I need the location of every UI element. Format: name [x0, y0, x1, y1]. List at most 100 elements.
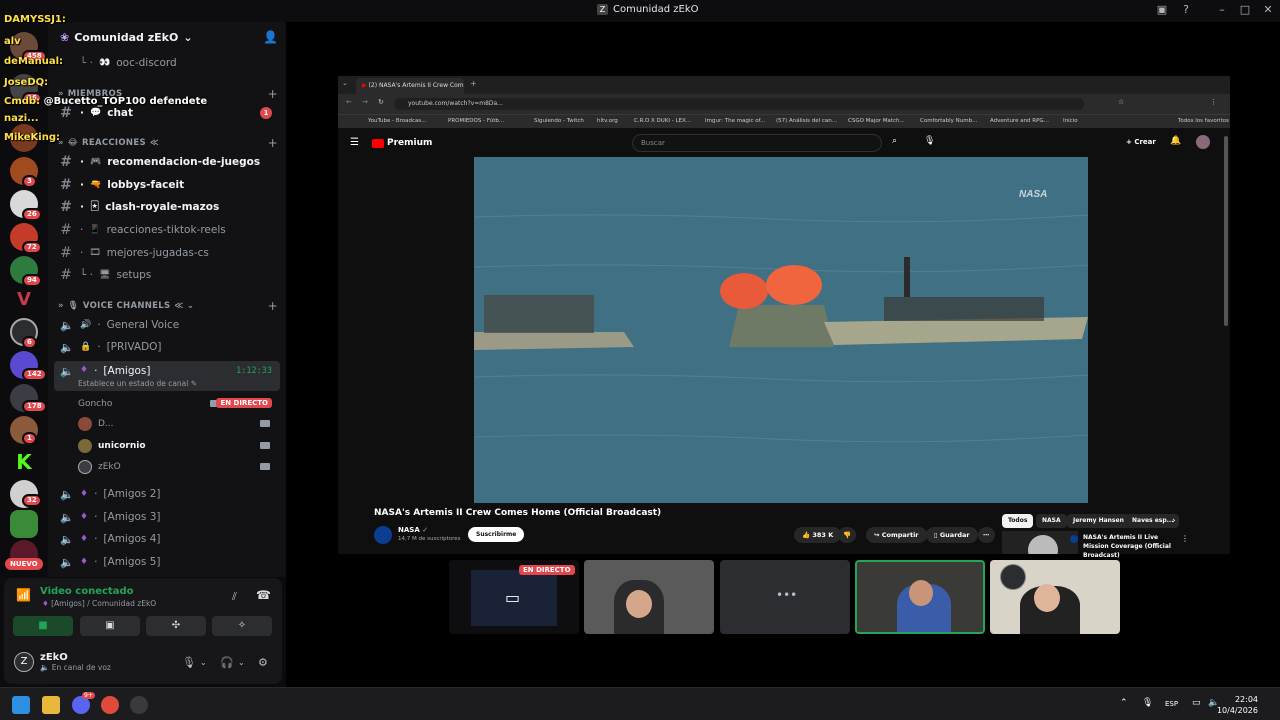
- channel-clash-royale-mazos[interactable]: # · 🃏 clash-royale-mazos: [54, 196, 280, 218]
- headphones-icon[interactable]: 🎧: [220, 656, 234, 669]
- microphone-icon[interactable]: 🎙: [1142, 698, 1153, 708]
- recommended-thumbnail[interactable]: [1002, 531, 1078, 554]
- new-tab-icon[interactable]: +: [470, 79, 477, 88]
- add-channel-icon[interactable]: +: [268, 87, 278, 101]
- bookmark[interactable]: Imgur: The magic of...: [705, 118, 765, 124]
- filter-chip[interactable]: Jeremy Hansen: [1067, 514, 1130, 528]
- share-button[interactable]: ↪ Compartir: [866, 527, 927, 543]
- noise-suppression-icon[interactable]: ⫽: [232, 590, 237, 604]
- channel-avatar[interactable]: [374, 526, 392, 544]
- category-reacciones[interactable]: » 😂 REACCIONES ≪ +: [58, 136, 280, 150]
- participant-tile-hidden[interactable]: •••: [720, 560, 850, 634]
- back-icon[interactable]: ←: [346, 98, 352, 106]
- user-panel[interactable]: Z zEkO 🔈 En canal de voz: [14, 652, 111, 672]
- channel-status[interactable]: Establece un estado de canal ✎: [78, 379, 197, 388]
- filter-chip[interactable]: Todos: [1002, 514, 1034, 528]
- shared-screen-browser[interactable]: ⌄ ▶ (2) NASA's Artemis II Crew Com × + ←…: [338, 76, 1230, 559]
- server-icon[interactable]: [10, 510, 38, 538]
- browser-tab[interactable]: ▶ (2) NASA's Artemis II Crew Com ×: [356, 78, 464, 94]
- hamburger-icon[interactable]: ☰: [350, 137, 359, 148]
- channel-reacciones-tiktok-reels[interactable]: # · 📱 reacciones-tiktok-reels: [54, 219, 280, 241]
- forward-icon[interactable]: →: [362, 98, 368, 106]
- voice-channel-privado[interactable]: 🔈 🔒 · [PRIVADO]: [54, 336, 280, 358]
- voice-channel-amigos-2[interactable]: 🔈 ♦ · [Amigos 2]: [54, 483, 280, 505]
- bookmark[interactable]: (57) Análisis del can...: [776, 118, 837, 124]
- server-icon[interactable]: V: [10, 286, 38, 314]
- create-button[interactable]: + Crear: [1126, 138, 1156, 146]
- close-button[interactable]: ✕: [1260, 3, 1276, 16]
- voice-location[interactable]: ♦ [Amigos] / Comunidad zEkO: [42, 599, 156, 608]
- microphone-icon[interactable]: 🎙: [924, 136, 935, 146]
- invite-people-icon[interactable]: 👤: [263, 30, 278, 44]
- activities-button[interactable]: ✣: [146, 616, 206, 636]
- bookmark[interactable]: hltv.org: [597, 118, 618, 124]
- dislike-button[interactable]: 👎: [838, 527, 857, 543]
- url-field[interactable]: youtube.com/watch?v=m8Da...: [394, 98, 1084, 110]
- participant-tile-stream[interactable]: EN DIRECTO ▭: [449, 560, 579, 634]
- voice-channel-amigos-3[interactable]: 🔈 ♦ · [Amigos 3]: [54, 506, 280, 528]
- bookmark[interactable]: Comfortably Numb...: [920, 118, 977, 124]
- server-header[interactable]: ❀ Comunidad zEkO ⌄ 👤: [48, 22, 286, 52]
- bell-icon[interactable]: 🔔: [1170, 136, 1181, 146]
- voice-member[interactable]: Goncho EN DIRECTO: [78, 394, 280, 414]
- chevron-down-icon[interactable]: ⌄: [200, 658, 207, 667]
- help-icon[interactable]: ?: [1178, 3, 1194, 16]
- minimize-button[interactable]: –: [1214, 3, 1230, 16]
- youtube-search-input[interactable]: Buscar: [632, 134, 882, 152]
- bookmark[interactable]: Siguiendo - Twitch: [534, 118, 584, 124]
- start-icon[interactable]: [12, 696, 30, 714]
- voice-channel-amigos[interactable]: 🔈 ♦ · [Amigos] 1:12:33 Establece un esta…: [54, 361, 280, 391]
- like-button[interactable]: 👍 383 K: [794, 527, 842, 543]
- scrollbar[interactable]: [1224, 136, 1228, 326]
- category-voice-channels[interactable]: » 🎙 VOICE CHANNELS ≪ ⌄ +: [58, 299, 280, 313]
- channel-ooc-discord[interactable]: └ · 👀 ooc-discord: [54, 52, 280, 74]
- more-button[interactable]: ⋯: [978, 527, 995, 543]
- inbox-icon[interactable]: ▣: [1154, 3, 1170, 16]
- clock[interactable]: 22:04 10/4/2026: [1217, 694, 1258, 716]
- recommended-title[interactable]: NASA's Artemis II Live Mission Coverage …: [1083, 533, 1175, 560]
- voice-channel-amigos-4[interactable]: 🔈 ♦ · [Amigos 4]: [54, 528, 280, 550]
- voice-channel-amigos-5[interactable]: 🔈 ♦ · [Amigos 5]: [54, 551, 280, 573]
- add-channel-icon[interactable]: +: [268, 136, 278, 150]
- search-icon[interactable]: ⌕: [892, 136, 897, 146]
- chrome-icon[interactable]: [101, 696, 119, 714]
- bookmark[interactable]: C.R.O X DUKI - LEX...: [634, 118, 691, 124]
- channel-lobbys-faceit[interactable]: # · 🔫 lobbys-faceit: [54, 174, 280, 196]
- menu-icon[interactable]: ⋮: [1210, 98, 1217, 106]
- camera-button[interactable]: ■: [13, 616, 73, 636]
- voice-member[interactable]: D...: [78, 414, 280, 434]
- voice-channel-general[interactable]: 🔈 🔊 · General Voice: [54, 314, 280, 336]
- new-badge[interactable]: NUEVO: [5, 558, 43, 570]
- channel-mejores-jugadas-cs[interactable]: # · 🎞 mejores-jugadas-cs: [54, 242, 280, 264]
- language-indicator[interactable]: ESP: [1165, 700, 1178, 708]
- bookmark[interactable]: Todos los favoritos: [1178, 118, 1229, 124]
- channel-setups[interactable]: # └ · 🖥 setups: [54, 264, 280, 286]
- disconnect-icon[interactable]: ☎: [256, 588, 271, 602]
- bookmark[interactable]: PROMIEDOS - Fútb...: [448, 118, 504, 124]
- participant-tile-camera-speaking[interactable]: [855, 560, 985, 634]
- bookmark[interactable]: YouTube - Broadcas...: [368, 118, 427, 124]
- chevron-right-icon[interactable]: ›: [1172, 516, 1176, 526]
- subscribe-button[interactable]: Suscribirme: [468, 527, 525, 542]
- bookmark[interactable]: Inicio: [1063, 118, 1078, 124]
- star-icon[interactable]: ☆: [1118, 98, 1124, 106]
- microphone-icon[interactable]: 🎙: [182, 656, 196, 669]
- screen-share-button[interactable]: ▣: [80, 616, 140, 636]
- avatar[interactable]: [1196, 135, 1210, 149]
- more-options-icon[interactable]: ⋮: [1181, 534, 1189, 543]
- youtube-logo[interactable]: Premium: [372, 138, 432, 148]
- gear-icon[interactable]: ⚙: [258, 656, 268, 669]
- tab-menu-icon[interactable]: ⌄: [342, 79, 348, 87]
- save-button[interactable]: ▯ Guardar: [926, 527, 978, 543]
- voice-member[interactable]: unicornio: [78, 436, 280, 456]
- filter-chip[interactable]: NASA: [1036, 514, 1067, 528]
- participant-tile-camera[interactable]: [990, 560, 1120, 634]
- reload-icon[interactable]: ↻: [378, 98, 384, 106]
- channel-recomendacion-de-juegos[interactable]: # · 🎮 recomendacion-de-juegos: [54, 151, 280, 173]
- soundboard-button[interactable]: ✧: [212, 616, 272, 636]
- bookmark[interactable]: Adventure and RPG...: [990, 118, 1049, 124]
- display-icon[interactable]: ▭: [1192, 698, 1201, 708]
- add-channel-icon[interactable]: +: [268, 299, 278, 313]
- video-player[interactable]: NASA: [474, 157, 1088, 503]
- chevron-up-icon[interactable]: ⌃: [1120, 698, 1128, 708]
